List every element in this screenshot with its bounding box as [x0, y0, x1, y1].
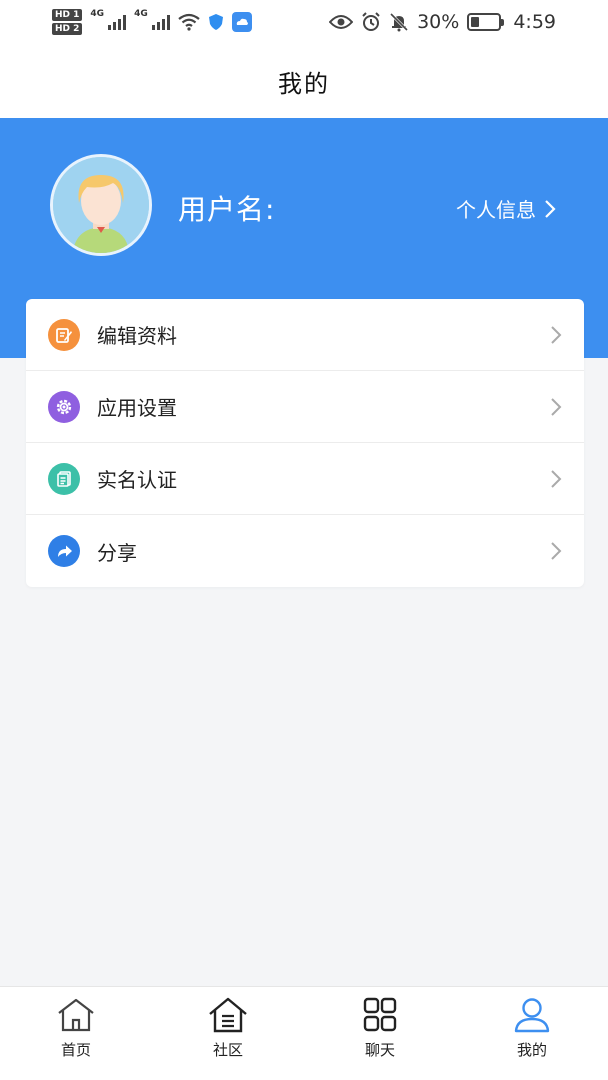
- status-right: 30% 4:59: [329, 11, 556, 33]
- tab-label: 首页: [60, 1041, 91, 1059]
- alarm-icon: [362, 12, 380, 31]
- hd-indicators: HD 1 HD 2: [52, 9, 83, 35]
- battery-percent: 30%: [417, 11, 460, 33]
- menu-item-label: 编辑资料: [97, 324, 177, 348]
- menu-item-label: 实名认证: [97, 468, 177, 492]
- tab-label: 社区: [212, 1041, 243, 1059]
- network-type-1: 4G: [90, 9, 105, 19]
- menu-item-app-settings[interactable]: 应用设置: [26, 371, 584, 443]
- community-icon: [209, 997, 247, 1033]
- signal-icon-2: [151, 14, 170, 30]
- share-icon: [48, 535, 80, 567]
- edit-icon: [48, 318, 80, 351]
- battery-fill: [471, 17, 480, 27]
- tab-chat[interactable]: 聊天: [304, 987, 456, 1080]
- menu-item-edit-profile[interactable]: 编辑资料: [26, 299, 584, 371]
- mute-bell-icon: [390, 12, 409, 32]
- wifi-icon: [178, 13, 200, 31]
- hd1-badge: HD 1: [52, 9, 83, 21]
- chevron-right-icon: [551, 325, 562, 344]
- chevron-right-icon: [551, 397, 562, 416]
- grid-icon: [363, 997, 397, 1032]
- id-card-icon: [48, 462, 80, 495]
- bottom-tab-bar: 首页 社区 聊天 我的: [0, 986, 608, 1080]
- settings-menu: 编辑资料 应用设置 实名认证 分享: [26, 299, 584, 587]
- battery-icon: [467, 13, 505, 31]
- tab-community[interactable]: 社区: [152, 987, 304, 1080]
- profile-info-label: 个人信息: [456, 198, 536, 222]
- page-title: 我的: [278, 69, 330, 98]
- tab-label: 聊天: [364, 1041, 395, 1059]
- menu-item-label: 分享: [97, 540, 137, 565]
- menu-item-label: 应用设置: [97, 396, 177, 420]
- username-label: 用户名:: [178, 193, 276, 226]
- clock: 4:59: [513, 11, 556, 33]
- cloud-app-icon: [231, 12, 252, 32]
- user-icon: [514, 998, 550, 1033]
- network-type-2: 4G: [134, 9, 148, 19]
- tab-me[interactable]: 我的: [456, 987, 608, 1080]
- eye-icon: [329, 15, 354, 29]
- status-bar: HD 1 HD 2 4G 4G 30% 4:59: [0, 0, 608, 44]
- home-icon: [58, 998, 94, 1032]
- shield-icon: [208, 14, 223, 30]
- chevron-right-icon: [551, 542, 562, 560]
- settings-icon: [48, 390, 80, 423]
- status-left: HD 1 HD 2 4G 4G: [52, 9, 252, 35]
- menu-item-share[interactable]: 分享: [26, 515, 584, 587]
- signal-icon-1: [108, 14, 127, 30]
- title-bar: 我的: [0, 44, 608, 118]
- menu-item-verification[interactable]: 实名认证: [26, 443, 584, 515]
- chevron-right-icon: [551, 469, 562, 488]
- avatar[interactable]: [50, 154, 152, 256]
- profile-info-link[interactable]: 个人信息: [456, 194, 556, 223]
- tab-home[interactable]: 首页: [0, 987, 152, 1080]
- tab-label: 我的: [516, 1041, 547, 1059]
- avatar-illustration: [53, 157, 149, 253]
- chevron-right-icon: [545, 199, 556, 218]
- hd2-badge: HD 2: [52, 23, 83, 35]
